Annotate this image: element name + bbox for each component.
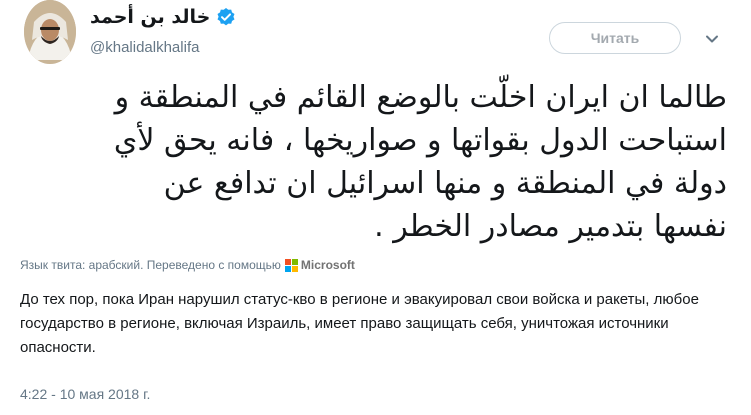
tweet-timestamp[interactable]: 4:22 - 10 мая 2018 г. [20,386,150,402]
display-name[interactable]: خالد بن أحمد [90,6,210,28]
name-row: خالد بن أحمد [90,6,236,28]
translation-note: Язык твита: арабский. Переведено с помощ… [20,258,281,272]
avatar-image [24,0,76,64]
follow-button[interactable]: Читать [549,22,681,54]
avatar[interactable] [24,0,76,64]
user-handle[interactable]: @khalidalkhalifa [90,39,199,56]
microsoft-icon [284,258,298,272]
verified-badge-icon [216,7,236,27]
microsoft-label: Microsoft [300,258,355,272]
translation-attribution: Язык твита: арабский. Переведено с помощ… [20,258,355,272]
tweet-text: طالما ان ايران اخلّت بالوضع القائم في ال… [113,80,727,244]
microsoft-logo[interactable]: Microsoft [284,258,355,272]
chevron-down-icon[interactable] [703,30,721,48]
tweet-card: خالد بن أحمد @khalidalkhalifa Читать طال… [0,0,751,415]
translated-text: До тех пор, пока Иран нарушил статус-кво… [20,291,699,356]
